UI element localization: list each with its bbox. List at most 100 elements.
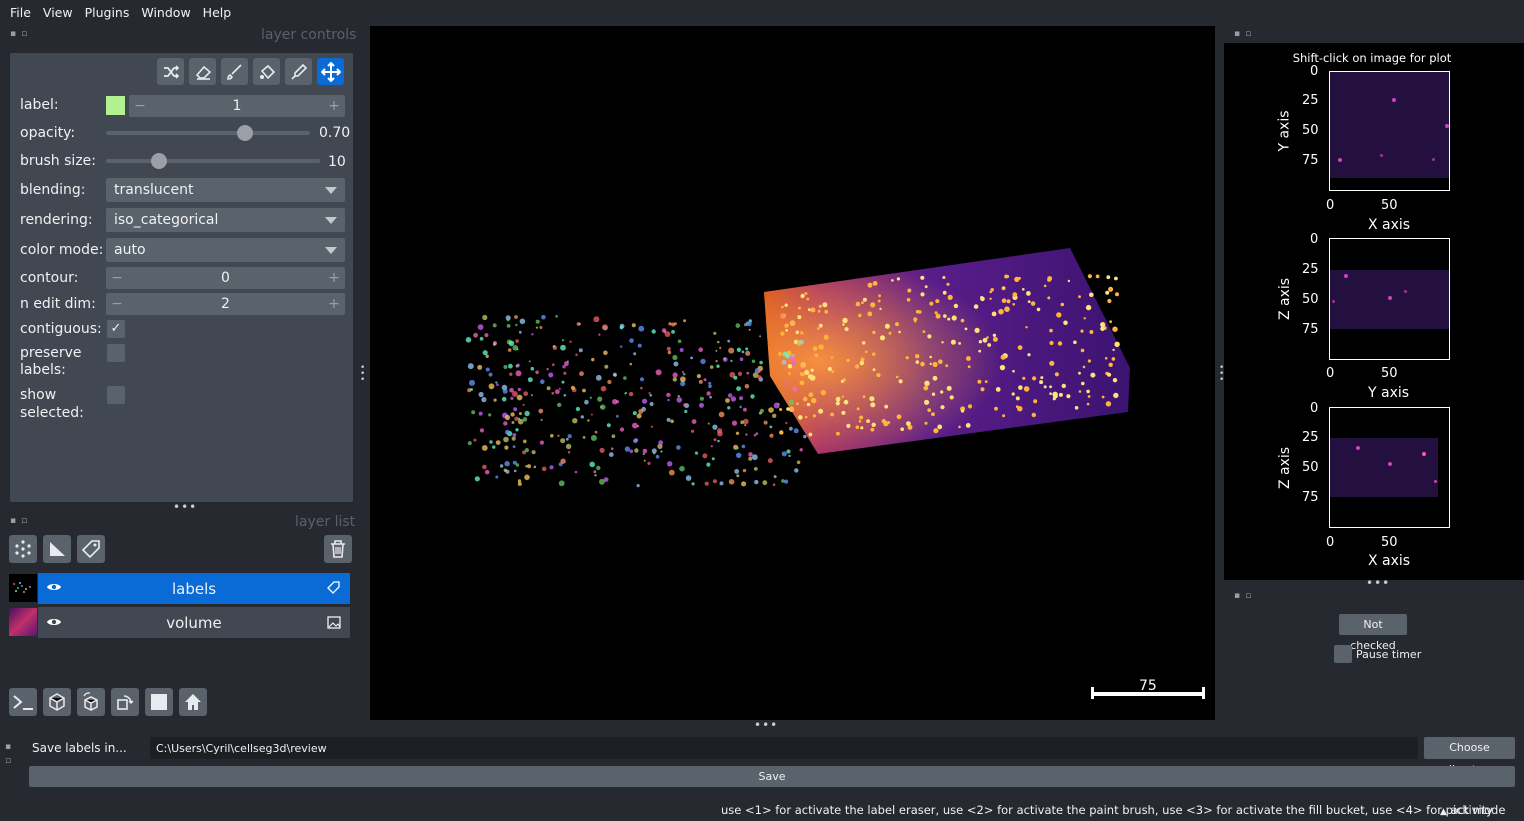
- y-tick: 50: [1302, 123, 1319, 138]
- dropdown-arrow-icon: [325, 247, 337, 254]
- dock-float-icons[interactable]: ▪▫: [1234, 29, 1256, 39]
- preserve-labels-checkbox[interactable]: [107, 344, 125, 362]
- plot-zx-frame[interactable]: [1329, 407, 1450, 528]
- fill-bucket-button[interactable]: [253, 58, 280, 85]
- toggle-ndisplay-button[interactable]: [43, 688, 71, 716]
- dock-float-icons[interactable]: ▪▫: [5, 740, 11, 768]
- eraser-button[interactable]: [189, 58, 216, 85]
- brush-size-slider[interactable]: [106, 159, 320, 163]
- layer-controls-title: layer controls: [261, 27, 357, 43]
- opacity-slider-handle[interactable]: [237, 125, 253, 141]
- dock-float-icons[interactable]: ▪▫: [10, 29, 32, 39]
- contiguous-checkbox[interactable]: ✓: [107, 320, 125, 338]
- contour-value: 0: [221, 270, 230, 286]
- splitter-handle-bottom[interactable]: •••: [754, 718, 778, 732]
- blending-dropdown[interactable]: translucent: [106, 178, 345, 202]
- dropdown-arrow-icon: [325, 187, 337, 194]
- panel-resize-handle[interactable]: •••: [173, 500, 197, 514]
- y-tick: 75: [1302, 322, 1319, 337]
- increment-icon[interactable]: +: [323, 98, 345, 114]
- color-mode-label: color mode:: [20, 242, 104, 258]
- plot-zy-frame[interactable]: [1329, 238, 1450, 360]
- y-tick: 0: [1310, 401, 1319, 416]
- layer-name: volume: [166, 613, 222, 632]
- label-value: 1: [232, 98, 242, 114]
- preserve-labels-label-line2: labels:: [20, 362, 66, 378]
- label-spinbox[interactable]: − 1 +: [129, 95, 345, 117]
- y-tick: 75: [1302, 153, 1319, 168]
- decrement-icon[interactable]: −: [129, 98, 151, 114]
- layer-list-title: layer list: [295, 514, 356, 530]
- choose-directory-button[interactable]: Choose directory: [1424, 737, 1515, 776]
- trash-icon: [331, 540, 345, 558]
- menu-view[interactable]: View: [37, 5, 79, 20]
- labels-layer-thumbnail: [9, 574, 37, 602]
- color-mode-dropdown[interactable]: auto: [106, 238, 345, 262]
- plot-title: Shift-click on image for plot: [1292, 51, 1452, 65]
- panel-resize-handle[interactable]: •••: [1366, 576, 1390, 590]
- status-message: use <1> for activate the label eraser, u…: [721, 803, 1506, 817]
- menu-file[interactable]: File: [4, 5, 37, 20]
- scale-bar-tick-left: [1091, 687, 1094, 699]
- transpose-dimensions-button[interactable]: [111, 688, 139, 716]
- increment-icon[interactable]: +: [323, 296, 345, 312]
- console-button[interactable]: [9, 688, 37, 716]
- label-color-swatch[interactable]: [106, 96, 125, 115]
- plot-zx-image: [1330, 438, 1438, 497]
- brush-size-value: 10: [328, 154, 346, 170]
- dock-float-icons[interactable]: ▪▫: [10, 516, 32, 526]
- x-axis-label: Y axis: [1368, 385, 1410, 401]
- n-edit-dim-value: 2: [221, 296, 230, 312]
- menu-help[interactable]: Help: [197, 5, 238, 20]
- shuffle-colors-button[interactable]: [157, 58, 184, 85]
- fill-bucket-icon: [259, 64, 275, 79]
- pause-timer-checkbox[interactable]: [1334, 645, 1352, 663]
- decrement-icon[interactable]: −: [106, 270, 128, 286]
- n-edit-dim-spinbox[interactable]: − 2 +: [106, 293, 345, 315]
- show-selected-checkbox[interactable]: [107, 386, 125, 404]
- activity-label: activity: [1450, 803, 1493, 817]
- n-edit-dim-label: n edit dim:: [20, 296, 96, 312]
- y-axis-label: Z axis: [1277, 277, 1294, 321]
- brush-size-slider-handle[interactable]: [151, 153, 167, 169]
- x-tick: 50: [1381, 535, 1398, 550]
- decrement-icon[interactable]: −: [106, 296, 128, 312]
- new-shapes-layer-button[interactable]: [43, 535, 71, 563]
- layer-row-labels[interactable]: labels: [38, 573, 350, 604]
- dropdown-arrow-icon: [325, 217, 337, 224]
- contour-spinbox[interactable]: − 0 +: [106, 267, 345, 289]
- x-tick: 50: [1381, 198, 1398, 213]
- splitter-handle-left[interactable]: • • •: [360, 364, 365, 385]
- menu-window[interactable]: Window: [135, 5, 196, 20]
- new-labels-layer-button[interactable]: [77, 535, 105, 563]
- dock-float-icons[interactable]: ▪▫: [1234, 591, 1256, 601]
- save-button[interactable]: Save: [29, 766, 1515, 787]
- pan-zoom-button[interactable]: [317, 58, 344, 85]
- cube-3d-icon: [49, 693, 65, 711]
- image-icon: [327, 615, 341, 633]
- opacity-slider[interactable]: [106, 131, 310, 135]
- toggle-grid-button[interactable]: [145, 688, 173, 716]
- opacity-label: opacity:: [20, 125, 76, 141]
- increment-icon[interactable]: +: [323, 270, 345, 286]
- layer-row-volume[interactable]: volume: [38, 607, 350, 638]
- roll-dimensions-button[interactable]: [77, 688, 105, 716]
- reset-view-button[interactable]: [179, 688, 207, 716]
- save-path-input[interactable]: C:\Users\Cyril\cellseg3d\review: [150, 737, 1418, 759]
- paint-brush-button[interactable]: [221, 58, 248, 85]
- rendering-value: iso_categorical: [114, 212, 219, 228]
- contour-label: contour:: [20, 270, 79, 286]
- rendering-dropdown[interactable]: iso_categorical: [106, 208, 345, 232]
- color-picker-button[interactable]: [285, 58, 312, 85]
- menu-plugins[interactable]: Plugins: [79, 5, 136, 20]
- layer-controls-panel: label: − 1 + opacity: 0.70 brush size: 1…: [10, 53, 353, 502]
- not-checked-button[interactable]: Not checked: [1339, 614, 1407, 652]
- new-points-layer-button[interactable]: [9, 535, 37, 563]
- volume-layer-thumbnail: [9, 608, 37, 636]
- viewer-canvas[interactable]: 75: [370, 26, 1215, 720]
- delete-layer-button[interactable]: [324, 535, 352, 563]
- y-axis-label: Y axis: [1276, 110, 1293, 152]
- scale-bar-tick-right: [1202, 687, 1205, 699]
- plot-xy-frame[interactable]: [1329, 71, 1450, 191]
- activity-button[interactable]: ▲ activity: [1440, 803, 1493, 817]
